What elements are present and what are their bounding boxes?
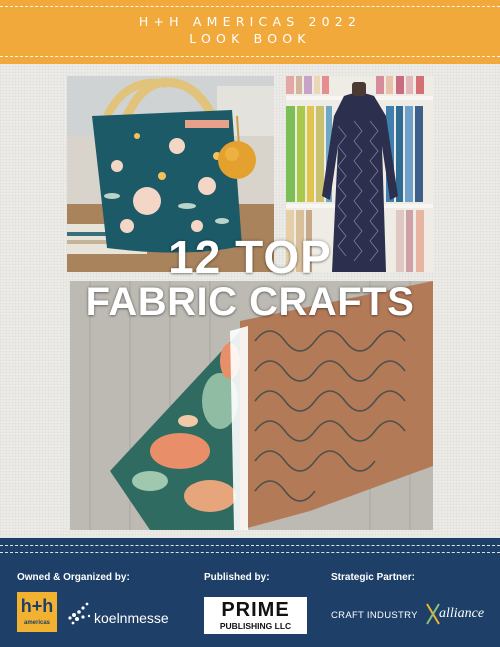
cia-logo-text: CRAFT INDUSTRY <box>331 610 418 621</box>
headline-line2: FABRIC CRAFTS <box>85 280 415 324</box>
header-stitch-top <box>0 6 500 7</box>
published-by-label: Published by: <box>204 572 270 583</box>
header-stitch-bottom <box>0 56 500 57</box>
strategic-partner-label: Strategic Partner: <box>331 572 415 583</box>
hh-logo-main: h+h <box>20 596 54 616</box>
footer-stitch-1 <box>0 545 500 546</box>
prime-logo-sub: PUBLISHING LLC <box>219 621 292 631</box>
koelnmesse-wordmark: koelnmesse <box>94 610 169 626</box>
koelnmesse-logo[interactable]: koelnmesse <box>65 596 175 632</box>
footer-stitch-2 <box>0 552 500 553</box>
headline-line1: 12 TOP <box>168 231 332 283</box>
owned-organized-label: Owned & Organized by: <box>17 572 130 583</box>
hh-logo-sub: americas <box>23 620 51 626</box>
prime-logo-main: PRIME <box>221 599 290 621</box>
cia-logo-script: alliance <box>439 606 485 621</box>
header-title-line1: H+H AMERICAS 2022 <box>138 14 362 29</box>
hh-americas-logo[interactable]: h+h americas <box>17 592 57 632</box>
prime-publishing-logo[interactable]: PRIME PUBLISHING LLC <box>204 597 307 634</box>
header-title-line2: LOOK BOOK <box>189 31 311 46</box>
craft-industry-alliance-logo[interactable]: CRAFT INDUSTRY alliance <box>331 603 491 630</box>
header-banner: H+H AMERICAS 2022 LOOK BOOK <box>0 0 500 64</box>
koelnmesse-dots-icon <box>68 602 91 625</box>
